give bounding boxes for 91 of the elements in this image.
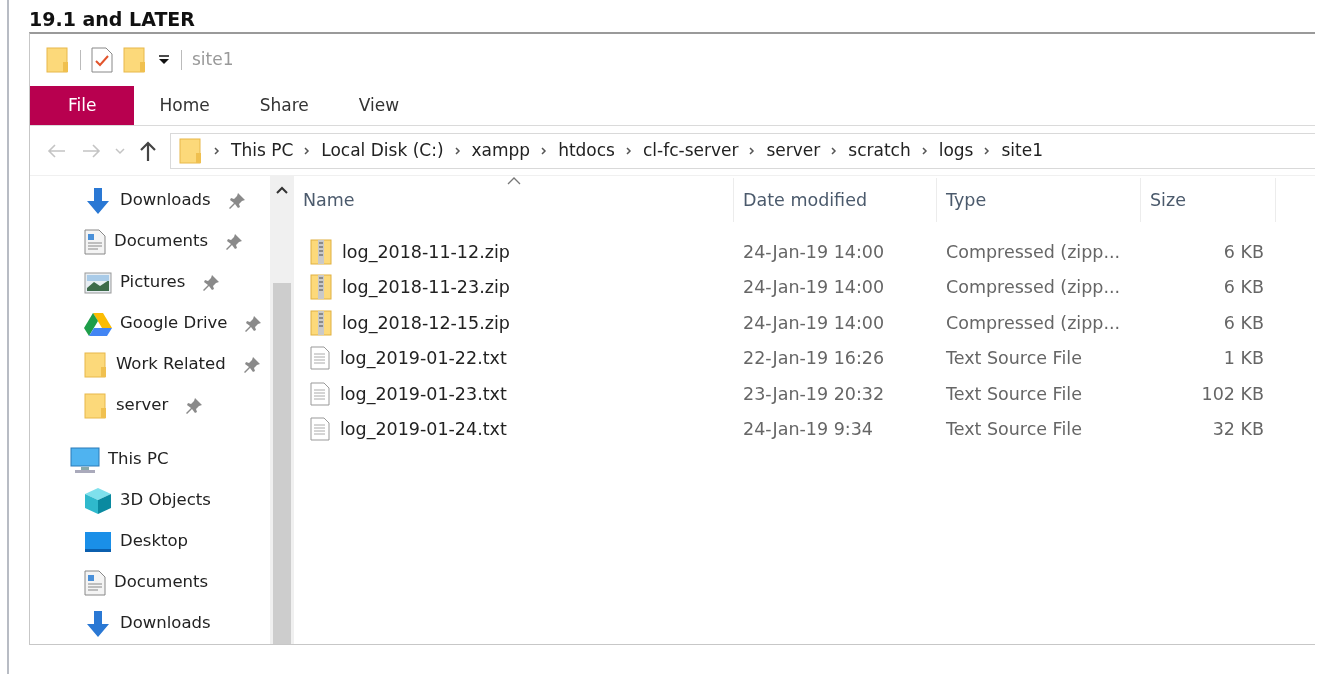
date-cell-text: 24-Jan-19 9:34 <box>743 418 873 442</box>
chevron-icon[interactable] <box>830 144 839 157</box>
nav-item[interactable]: 3D Objects <box>120 488 211 513</box>
breadcrumb-link[interactable]: xampp <box>471 137 531 164</box>
scrollbar[interactable] <box>270 176 294 644</box>
size-cell-text: 1 KB <box>1223 347 1264 371</box>
ribbon-tab[interactable]: Share <box>234 86 334 125</box>
zip-folder-icon <box>310 274 332 301</box>
up-arrow-icon[interactable] <box>138 139 158 162</box>
nav-item[interactable]: Work Related <box>116 352 226 377</box>
nav-item[interactable]: Google Drive <box>120 311 228 336</box>
file-name[interactable]: log_2019-01-24.txt <box>340 416 507 443</box>
section-heading: 19.1 and LATER <box>29 7 196 32</box>
nav-item[interactable]: Downloads <box>120 188 211 213</box>
cube-icon <box>84 486 112 515</box>
pin-icon[interactable] <box>201 272 222 293</box>
zip-folder-icon <box>310 309 332 336</box>
download-arrow-icon <box>84 186 112 215</box>
type-cell-text: Text Source File <box>946 418 1082 442</box>
breadcrumb-link[interactable]: logs <box>938 137 974 164</box>
date-cell-text: 24-Jan-19 14:00 <box>743 276 885 300</box>
zip-folder-icon <box>310 238 332 265</box>
chevron-icon[interactable] <box>920 144 929 157</box>
nav-item[interactable]: Documents <box>114 570 209 595</box>
nav-item[interactable]: Downloads <box>120 611 211 636</box>
folder-icon <box>179 136 203 165</box>
pin-icon[interactable] <box>184 395 205 416</box>
desktop-icon <box>84 529 112 554</box>
address-bar[interactable]: This PC Local Disk (C:) xampp htdocs cl-fc-server server scratch logs site1 <box>170 132 1315 169</box>
type-cell-text: Compressed (zipp... <box>946 311 1121 335</box>
text-file-icon <box>310 346 330 371</box>
ribbon-tab[interactable]: View <box>333 86 425 125</box>
nav-item[interactable]: This PC <box>108 447 169 472</box>
type-cell-text: Text Source File <box>946 382 1082 406</box>
breadcrumb-link[interactable]: server <box>766 137 821 164</box>
chevron-icon[interactable] <box>303 144 312 157</box>
nav-item[interactable]: Pictures <box>120 270 186 295</box>
type-cell-text: Compressed (zipp... <box>946 240 1121 264</box>
window-title: site1 <box>192 48 234 72</box>
breadcrumb-link[interactable]: htdocs <box>558 137 615 164</box>
chevron-icon[interactable] <box>625 144 633 157</box>
chevron-icon[interactable] <box>983 144 992 157</box>
file-name[interactable]: log_2018-11-12.zip <box>342 238 510 265</box>
breadcrumb-link[interactable]: site1 <box>1001 137 1043 164</box>
breadcrumb-link[interactable]: cl-fc-server <box>643 137 739 164</box>
file-name[interactable]: log_2018-12-15.zip <box>342 309 510 336</box>
monitor-icon <box>70 445 100 474</box>
chevron-icon[interactable] <box>453 144 462 157</box>
nav-item[interactable]: server <box>116 393 169 418</box>
picture-icon <box>84 271 112 294</box>
date-cell-text: 24-Jan-19 14:00 <box>743 311 885 335</box>
column-header[interactable]: Type <box>937 178 1141 222</box>
nav-item[interactable]: Documents <box>114 229 209 254</box>
scroll-up-icon[interactable] <box>275 185 289 195</box>
breadcrumb-link[interactable]: This PC <box>231 137 294 164</box>
text-file-icon <box>310 417 330 442</box>
column-header[interactable]: Size <box>1141 178 1276 222</box>
chevron-icon[interactable] <box>213 144 221 157</box>
size-cell-text: 102 KB <box>1201 382 1264 406</box>
document-icon <box>84 569 106 596</box>
size-cell-text: 6 KB <box>1223 311 1264 335</box>
pin-icon[interactable] <box>224 231 245 252</box>
breadcrumb-link[interactable]: Local Disk (C:) <box>321 137 444 164</box>
checked-document-icon[interactable] <box>91 47 113 73</box>
drive-triangle-icon <box>84 311 112 336</box>
type-cell-text: Compressed (zipp... <box>946 276 1121 300</box>
date-cell-text: 22-Jan-19 16:26 <box>743 347 885 371</box>
type-cell-text: Text Source File <box>946 347 1082 371</box>
size-cell-text: 6 KB <box>1223 240 1264 264</box>
file-tab[interactable]: File <box>30 86 135 125</box>
breadcrumb-link[interactable]: scratch <box>848 137 911 164</box>
size-cell-text: 6 KB <box>1223 276 1264 300</box>
date-cell-text: 23-Jan-19 20:32 <box>743 382 885 406</box>
file-name[interactable]: log_2019-01-23.txt <box>340 380 507 407</box>
download-arrow-icon <box>84 609 112 638</box>
ribbon-tab[interactable]: Home <box>134 86 235 125</box>
column-header[interactable]: Date modified <box>734 178 937 222</box>
document-icon <box>84 228 106 255</box>
date-cell-text: 24-Jan-19 14:00 <box>743 240 885 264</box>
text-file-icon <box>310 381 330 406</box>
size-cell-text: 32 KB <box>1212 418 1264 442</box>
chevron-icon[interactable] <box>748 144 757 157</box>
chevron-icon[interactable] <box>540 144 549 157</box>
folder-icon <box>84 391 108 420</box>
pin-icon[interactable] <box>243 313 264 334</box>
dropdown-icon[interactable] <box>157 53 171 67</box>
file-name[interactable]: log_2019-01-22.txt <box>340 345 507 372</box>
column-header[interactable]: Name <box>294 178 734 222</box>
file-name[interactable]: log_2018-11-23.zip <box>342 274 510 301</box>
folder-icon <box>84 350 108 379</box>
nav-item[interactable]: Desktop <box>120 529 189 554</box>
